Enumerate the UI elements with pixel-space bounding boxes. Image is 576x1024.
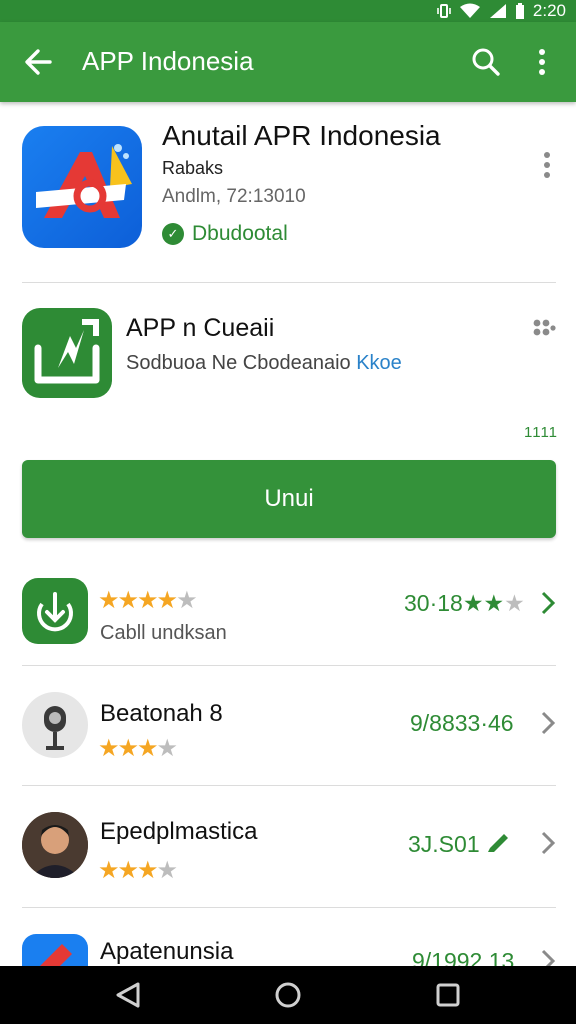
rating-stars: ★★★★ (98, 735, 178, 762)
triangle-back-icon (116, 982, 140, 1008)
divider (22, 665, 556, 666)
app-meta: Andlm, 72:13010 (162, 186, 306, 207)
chevron-right-icon[interactable] (538, 948, 558, 966)
list-item-value: 9/8833·46 (410, 710, 514, 736)
list-item-value: 9/1992 13 (412, 948, 515, 966)
wifi-icon (459, 3, 480, 18)
more-vert-icon (539, 49, 545, 75)
list-item[interactable]: Epedplmastica ★★★★ 3J.S01 (0, 796, 576, 916)
vibrate-icon (437, 4, 451, 18)
arrow-left-icon (25, 49, 52, 75)
divider (22, 282, 556, 283)
list-item-title: Beatonah 8 (100, 700, 223, 727)
stars-icon: ★★ (462, 590, 505, 616)
edit-icon (488, 834, 508, 852)
download-app-icon[interactable] (22, 308, 112, 398)
app-icon (22, 934, 88, 966)
chevron-right-icon[interactable] (538, 830, 558, 856)
chevron-right-icon[interactable] (538, 710, 558, 736)
battery-icon (515, 3, 524, 19)
feature-count: 1111 (524, 424, 559, 441)
feature-description: Sodbuoa Ne Cbodeanaio Kkoe (126, 352, 402, 375)
system-nav-bar (0, 966, 576, 1024)
chevron-right-icon[interactable] (538, 590, 558, 616)
nav-back-button[interactable] (108, 976, 148, 1014)
list-item-value: 30·18★★★ (404, 590, 525, 616)
app-bar: APP Indonesia (0, 22, 576, 102)
list-item-value-text: 3J.S01 (408, 831, 480, 857)
search-icon (472, 48, 500, 76)
install-status: ✓ Dbudootal (162, 222, 288, 246)
circle-home-icon (275, 982, 301, 1008)
signal-icon (489, 4, 506, 18)
check-circle-icon: ✓ (162, 223, 184, 245)
card-more-button[interactable] (536, 150, 558, 180)
avatar (22, 812, 88, 878)
list-item[interactable]: ★★★★★ Cabll undksan 30·18★★★ (0, 566, 576, 686)
status-bar: 2:20 (0, 0, 576, 22)
divider (22, 785, 556, 786)
feature-description-text: Sodbuoa Ne Cbodeanaio (126, 352, 351, 374)
list-item-title: Apatenunsia (100, 938, 234, 965)
list-item-value: 3J.S01 (408, 830, 512, 858)
app-title: APP Indonesia (82, 46, 254, 76)
feature-title: APP n Cueaii (126, 314, 275, 342)
list-item-subtitle: Cabll undksan (100, 622, 227, 644)
list-item[interactable]: Apatenunsia 9/1992 13 (0, 918, 576, 966)
grid-icon[interactable] (532, 318, 556, 342)
microphone-icon (22, 692, 88, 758)
list-item[interactable]: Beatonah 8 ★★★★ 9/8833·46 (0, 676, 576, 796)
nav-recents-button[interactable] (428, 976, 468, 1014)
back-button[interactable] (20, 42, 60, 82)
download-icon (22, 578, 88, 644)
list-item-title: Epedplmastica (100, 818, 258, 845)
app-developer: Rabaks (162, 158, 224, 178)
more-options-button[interactable] (526, 42, 558, 82)
rating-stars: ★★★★★ (98, 587, 198, 614)
install-status-label: Dbudootal (192, 222, 288, 245)
primary-action-button[interactable]: Unui (22, 460, 556, 538)
nav-home-button[interactable] (268, 976, 308, 1014)
rating-stars: ★★★★ (98, 857, 178, 884)
square-recents-icon (436, 983, 460, 1007)
feature-link[interactable]: Kkoe (356, 352, 402, 374)
app-title-main: Anutail APR Indonesia (162, 120, 441, 151)
status-icons: 2:20 (437, 0, 566, 22)
more-vert-icon (544, 152, 550, 178)
app-logo-icon[interactable] (22, 126, 142, 248)
divider (22, 907, 556, 908)
list-item-value-text: 30·18 (404, 590, 463, 616)
status-time: 2:20 (532, 1, 566, 20)
search-button[interactable] (466, 42, 506, 82)
